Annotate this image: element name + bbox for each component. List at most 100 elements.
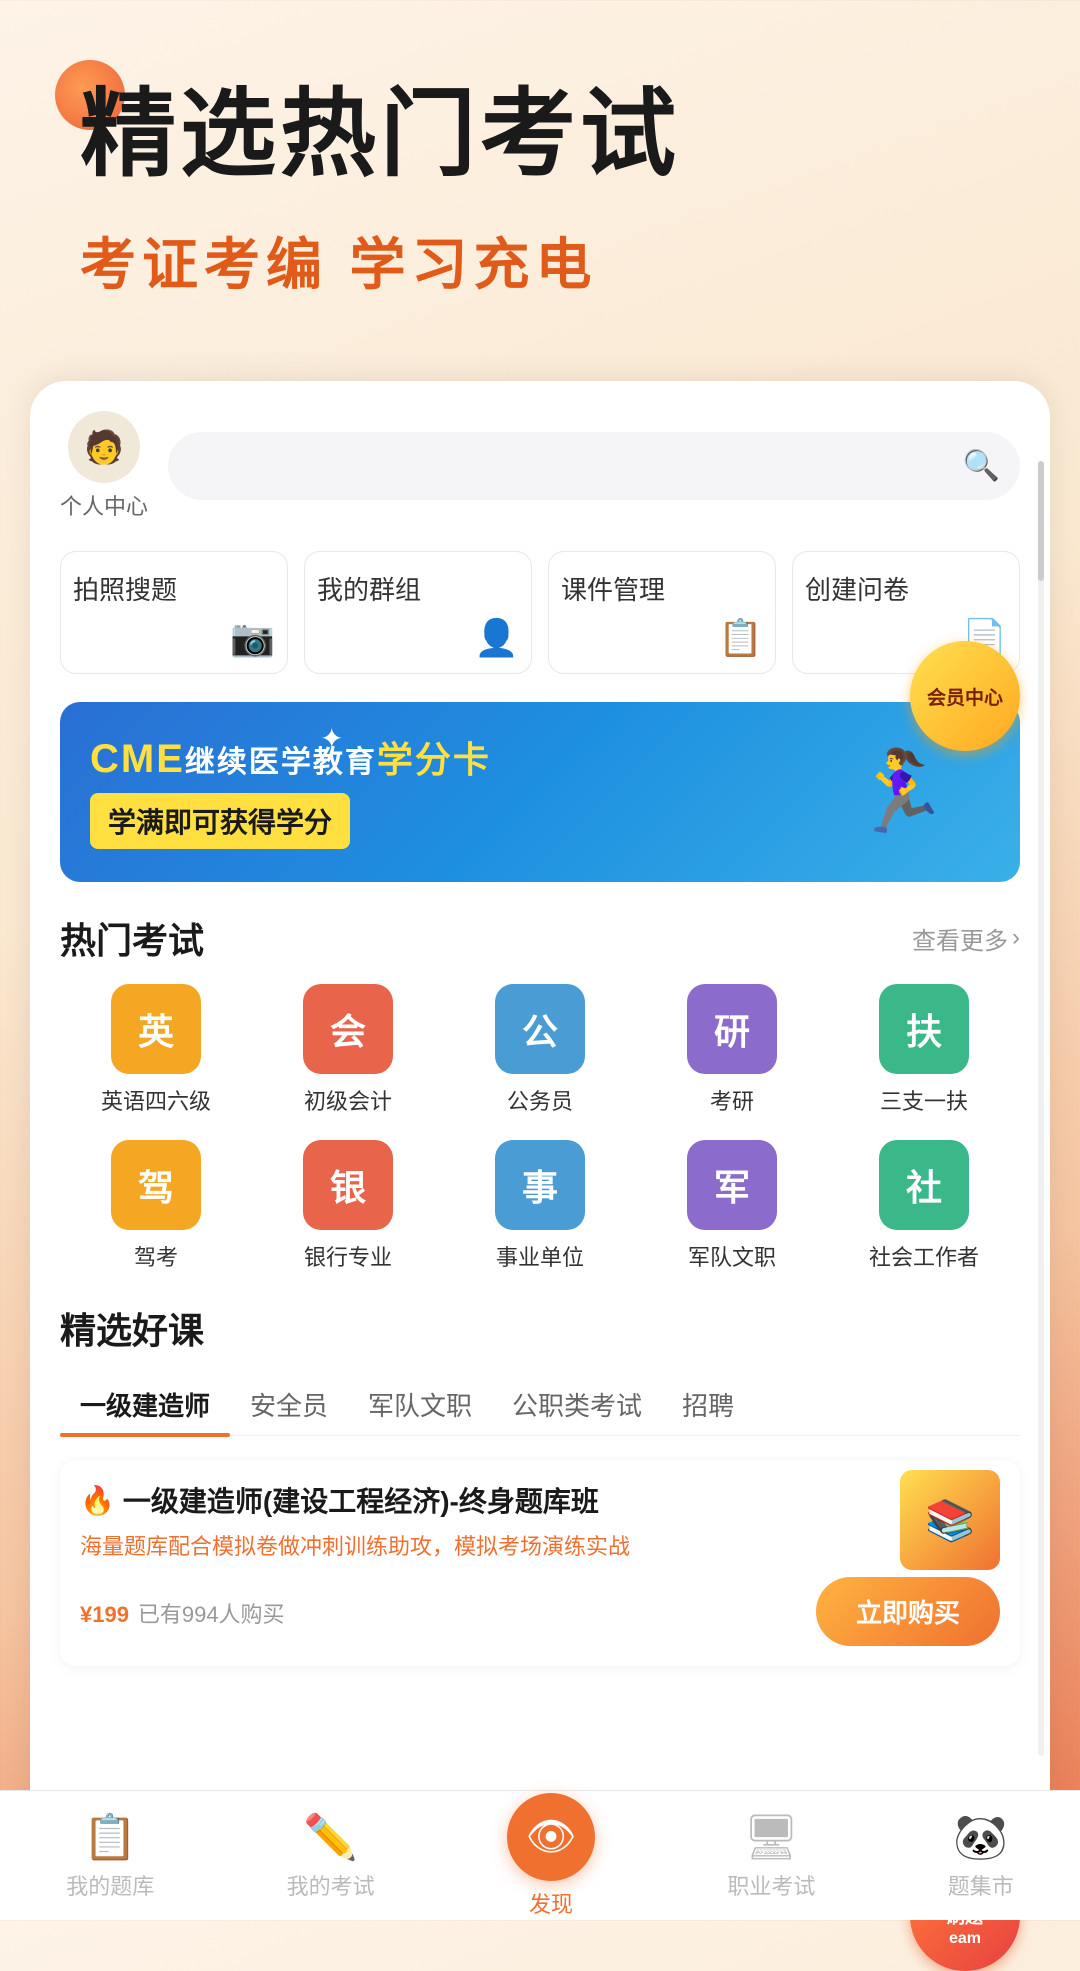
hot-exams-grid: 英 英语四六级 会 初级会计 公 公务员 研 考研 扶 三支一扶 驾 驾考 银 … bbox=[60, 984, 1020, 1272]
quick-action-photo[interactable]: 拍照搜题 📷 bbox=[60, 551, 288, 674]
team-badge-text: eam bbox=[949, 1929, 981, 1950]
banner-text: CME继续医学教育学分卡 学满即可获得学分 bbox=[90, 735, 491, 849]
course-desc: 海量题库配合模拟卷做冲刺训练助攻，模拟考场演练实战 bbox=[80, 1530, 1000, 1563]
my-exams-icon: ✏️ bbox=[303, 1811, 358, 1863]
courseware-icon: 📋 bbox=[718, 617, 763, 659]
nav-career-exam[interactable]: 🖥 职业考试 bbox=[707, 1801, 835, 1911]
course-price-block: ¥199 已有994人购买 bbox=[80, 1593, 285, 1630]
my-exams-label: 我的考试 bbox=[287, 1869, 375, 1901]
exam-item-social[interactable]: 社 社会工作者 bbox=[828, 1140, 1020, 1272]
exam-icon-driving: 驾 bbox=[111, 1140, 201, 1230]
hot-exams-more[interactable]: 查看更多 › bbox=[912, 921, 1020, 956]
exam-item-accounting[interactable]: 会 初级会计 bbox=[252, 984, 444, 1116]
search-icon[interactable]: 🔍 bbox=[963, 449, 1000, 484]
nav-my-questions[interactable]: 📋 我的题库 bbox=[46, 1801, 174, 1911]
nav-question-market[interactable]: 🐼 题集市 bbox=[928, 1801, 1034, 1911]
quick-actions: 拍照搜题 📷 我的群组 👤 课件管理 📋 创建问卷 📄 bbox=[60, 551, 1020, 674]
exam-label-military: 军队文职 bbox=[688, 1240, 776, 1272]
exam-label-accounting: 初级会计 bbox=[304, 1084, 392, 1116]
good-courses-section: 精选好课 一级建造师 安全员 军队文职 公职类考试 招聘 🔥 一级建造师(建设工… bbox=[60, 1302, 1020, 1666]
exam-item-civil[interactable]: 公 公务员 bbox=[444, 984, 636, 1116]
member-badge-label: 会员中心 bbox=[927, 683, 1003, 710]
exam-item-banking[interactable]: 银 银行专业 bbox=[252, 1140, 444, 1272]
course-card[interactable]: 🔥 一级建造师(建设工程经济)-终身题库班 海量题库配合模拟卷做冲刺训练助攻，模… bbox=[60, 1460, 1020, 1666]
hero-title-text: 精选热门考试 bbox=[80, 81, 680, 188]
user-label: 个人中心 bbox=[60, 489, 148, 521]
camera-icon: 📷 bbox=[230, 617, 275, 659]
hot-exams-title: 热门考试 bbox=[60, 912, 204, 964]
member-badge[interactable]: 会员中心 bbox=[910, 641, 1020, 751]
hero-section: 精选热门考试 考证考编 学习充电 bbox=[0, 0, 1080, 341]
fire-icon: 🔥 bbox=[80, 1484, 115, 1517]
my-questions-icon: 📋 bbox=[83, 1811, 138, 1863]
tab-recruitment[interactable]: 招聘 bbox=[662, 1374, 754, 1435]
exam-label-sanzhiyifu: 三支一扶 bbox=[880, 1084, 968, 1116]
nav-my-exams[interactable]: ✏️ 我的考试 bbox=[267, 1801, 395, 1911]
more-label: 查看更多 bbox=[912, 921, 1008, 956]
banner-subtitle-box: 学满即可获得学分 bbox=[90, 793, 350, 849]
discover-icon: 👁 bbox=[507, 1793, 595, 1881]
search-bar[interactable]: 🔍 bbox=[168, 432, 1020, 500]
good-courses-header: 精选好课 bbox=[60, 1302, 1020, 1354]
exam-item-english[interactable]: 英 英语四六级 bbox=[60, 984, 252, 1116]
app-card: 🧑 个人中心 🔍 拍照搜题 📷 我的群组 👤 课件管理 📋 创建问卷 📄 CM bbox=[30, 381, 1050, 1836]
quick-action-courseware[interactable]: 课件管理 📋 bbox=[548, 551, 776, 674]
exam-label-social: 社会工作者 bbox=[869, 1240, 979, 1272]
hot-exams-header: 热门考试 查看更多 › bbox=[60, 912, 1020, 964]
exam-icon-accounting: 会 bbox=[303, 984, 393, 1074]
hero-subtitle: 考证考编 学习充电 bbox=[80, 220, 1020, 301]
course-badge: 🔥 一级建造师(建设工程经济)-终身题库班 bbox=[80, 1480, 1000, 1520]
tab-military-civil[interactable]: 军队文职 bbox=[348, 1374, 492, 1435]
exam-item-graduate[interactable]: 研 考研 bbox=[636, 984, 828, 1116]
group-label: 我的群组 bbox=[317, 570, 421, 607]
exam-label-driving: 驾考 bbox=[134, 1240, 178, 1272]
banner-title: CME继续医学教育学分卡 bbox=[90, 735, 491, 783]
exam-item-institution[interactable]: 事 事业单位 bbox=[444, 1140, 636, 1272]
nav-discover[interactable]: 👁 发现 bbox=[487, 1783, 615, 1929]
exam-icon-sanzhiyifu: 扶 bbox=[879, 984, 969, 1074]
courseware-label: 课件管理 bbox=[561, 570, 665, 607]
exam-item-sanzhiyifu[interactable]: 扶 三支一扶 bbox=[828, 984, 1020, 1116]
exam-item-military[interactable]: 军 军队文职 bbox=[636, 1140, 828, 1272]
exam-item-driving[interactable]: 驾 驾考 bbox=[60, 1140, 252, 1272]
avatar: 🧑 bbox=[68, 411, 140, 483]
top-bar: 🧑 个人中心 🔍 bbox=[60, 411, 1020, 521]
exam-icon-military: 军 bbox=[687, 1140, 777, 1230]
exam-icon-social: 社 bbox=[879, 1140, 969, 1230]
exam-icon-civil: 公 bbox=[495, 984, 585, 1074]
question-market-icon: 🐼 bbox=[953, 1811, 1008, 1863]
courses-tabs: 一级建造师 安全员 军队文职 公职类考试 招聘 bbox=[60, 1374, 1020, 1436]
career-exam-label: 职业考试 bbox=[727, 1869, 815, 1901]
cme-banner[interactable]: CME继续医学教育学分卡 学满即可获得学分 ✦ 🏃‍♀️ bbox=[60, 702, 1020, 882]
exam-icon-institution: 事 bbox=[495, 1140, 585, 1230]
exam-icon-graduate: 研 bbox=[687, 984, 777, 1074]
banner-subtitle: 学满即可获得学分 bbox=[108, 807, 332, 838]
course-students: 已有994人购买 bbox=[138, 1602, 285, 1627]
discover-label: 发现 bbox=[529, 1887, 573, 1919]
banner-character-icon: 🏃‍♀️ bbox=[850, 745, 950, 839]
chevron-right-icon: › bbox=[1012, 924, 1020, 952]
course-title: 一级建造师(建设工程经济)-终身题库班 bbox=[123, 1480, 599, 1520]
course-price: ¥199 bbox=[80, 1593, 138, 1629]
exam-icon-english: 英 bbox=[111, 984, 201, 1074]
group-icon: 👤 bbox=[474, 617, 519, 659]
scrollbar-thumb[interactable] bbox=[1038, 461, 1044, 581]
good-courses-title: 精选好课 bbox=[60, 1302, 204, 1354]
exam-label-civil: 公务员 bbox=[507, 1084, 573, 1116]
course-meta: ¥199 已有994人购买 立即购买 bbox=[80, 1577, 1000, 1646]
buy-button[interactable]: 立即购买 bbox=[816, 1577, 1000, 1646]
exam-label-banking: 银行专业 bbox=[304, 1240, 392, 1272]
tab-public-exam[interactable]: 公职类考试 bbox=[492, 1374, 662, 1435]
tab-constructor[interactable]: 一级建造师 bbox=[60, 1374, 230, 1435]
course-thumbnail: 📚 bbox=[900, 1470, 1000, 1570]
scrollbar-track[interactable] bbox=[1038, 461, 1044, 1756]
exam-label-institution: 事业单位 bbox=[496, 1240, 584, 1272]
exam-label-graduate: 考研 bbox=[710, 1084, 754, 1116]
my-questions-label: 我的题库 bbox=[66, 1869, 154, 1901]
exam-label-english: 英语四六级 bbox=[101, 1084, 211, 1116]
bottom-nav: 📋 我的题库 ✏️ 我的考试 👁 发现 🖥 职业考试 🐼 题集市 bbox=[0, 1790, 1080, 1920]
tab-safety[interactable]: 安全员 bbox=[230, 1374, 348, 1435]
quick-action-group[interactable]: 我的群组 👤 bbox=[304, 551, 532, 674]
user-center[interactable]: 🧑 个人中心 bbox=[60, 411, 148, 521]
exam-icon-banking: 银 bbox=[303, 1140, 393, 1230]
